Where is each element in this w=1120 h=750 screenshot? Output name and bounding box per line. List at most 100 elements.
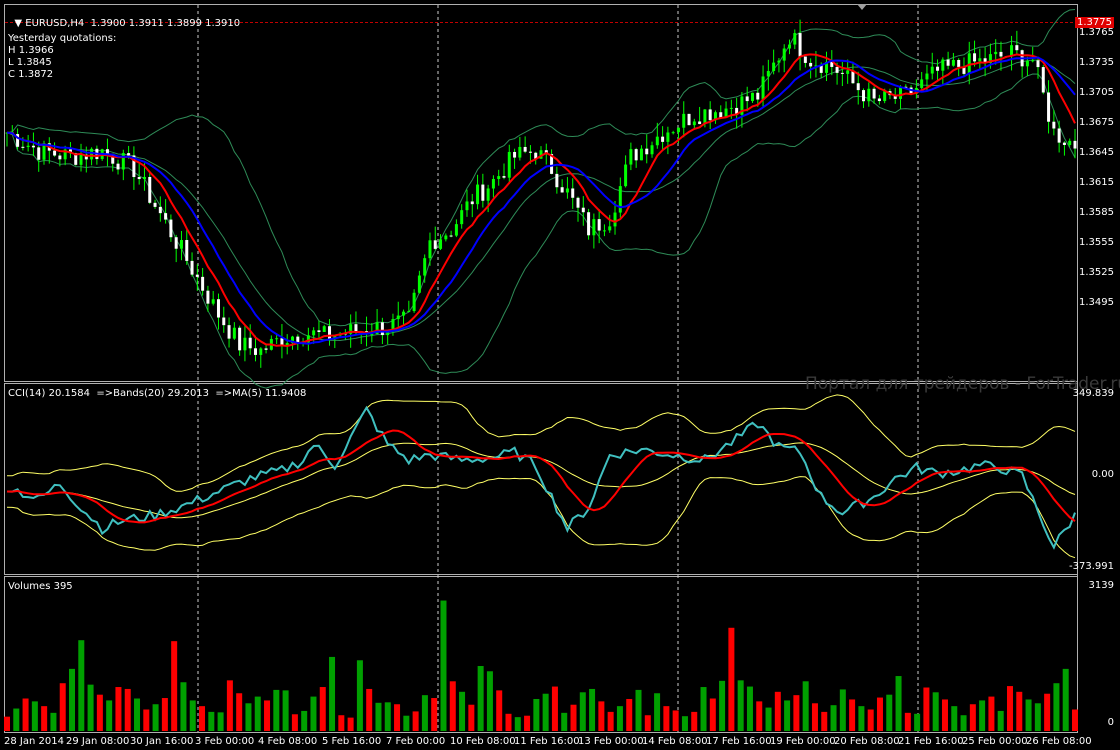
candle-body [846, 70, 850, 74]
candle-body [232, 327, 236, 339]
candle-body [936, 66, 940, 71]
volume-bar [654, 693, 661, 731]
volume-bar [607, 711, 614, 731]
candle-body [211, 299, 215, 304]
candle-body [994, 51, 998, 55]
candle-body [703, 109, 707, 125]
candle-body [158, 206, 162, 214]
volume-bar [41, 706, 48, 731]
candle-body [31, 145, 35, 148]
candle-body [761, 76, 765, 100]
candle-body [127, 153, 131, 156]
candle-body [528, 151, 532, 153]
candle-body [116, 163, 120, 170]
candle-body [682, 113, 686, 128]
candle-body [433, 240, 437, 249]
candle-body [978, 58, 982, 62]
candle-body [21, 146, 25, 148]
candle-body [877, 98, 881, 102]
moving-averages [6, 53, 1076, 348]
price-tick-label: 1.3495 [1079, 297, 1114, 308]
volume-bar [774, 691, 781, 731]
price-tick-label: 1.3675 [1079, 117, 1114, 128]
volume-bar [821, 711, 828, 731]
price-tick-label: 1.3585 [1079, 207, 1114, 218]
candle-body [645, 148, 649, 155]
candle-body [951, 59, 955, 66]
volume-bar [468, 704, 475, 731]
candle-body [782, 48, 786, 61]
time-tick-label: 3 Feb 00:00 [195, 736, 255, 747]
volume-bar [421, 695, 428, 731]
candle-body [661, 136, 665, 142]
volume-bars [4, 600, 1078, 731]
candle-body [618, 186, 622, 213]
candle-body [423, 258, 427, 276]
volume-bar [756, 701, 763, 731]
candle-body [560, 187, 564, 193]
volume-bar [626, 698, 633, 731]
price-tick-label: 1.3615 [1079, 177, 1114, 188]
candle-body [687, 113, 691, 126]
volume-bar [394, 704, 401, 731]
volume-bar [904, 712, 911, 731]
chart-shift-marker[interactable] [857, 4, 867, 10]
volume-bar [1034, 703, 1041, 731]
time-tick-label: 29 Jan 08:00 [66, 736, 130, 747]
volume-bar [310, 696, 317, 731]
candle-body [179, 240, 183, 249]
volume-bar [96, 694, 103, 731]
volume-bar [719, 680, 726, 731]
volume-bar [226, 680, 233, 731]
candle-body [481, 184, 485, 201]
volume-bar [329, 656, 336, 731]
candle-body [317, 330, 321, 333]
volume-bar [50, 712, 57, 731]
candle-body [639, 148, 643, 161]
candle-body [592, 219, 596, 236]
candle-body [1031, 60, 1035, 62]
candle-body [169, 219, 173, 238]
volume-bar [551, 686, 558, 731]
dropdown-icon[interactable]: ▼ [14, 18, 22, 29]
volume-bar [199, 706, 206, 731]
volume-bar [161, 698, 168, 731]
candle-body [1052, 121, 1056, 129]
volume-bar [997, 710, 1004, 731]
candle-body [565, 188, 569, 193]
volume-bar [811, 703, 818, 731]
candle-body [872, 88, 876, 99]
candle-body [809, 62, 813, 67]
volume-bar [180, 682, 187, 731]
candle-body [920, 79, 924, 88]
cci-label: CCI(14) 20.1584 =>Bands(20) 29.2013 =>MA… [8, 388, 307, 399]
volume-bar [505, 713, 512, 731]
volume-bar [1016, 691, 1023, 731]
volume-bar [765, 707, 772, 731]
volume-bar [347, 717, 354, 731]
candle-body [999, 51, 1003, 57]
volume-bar [839, 689, 846, 731]
time-tick-label: 20 Feb 08:00 [834, 736, 900, 747]
cci-indicator [6, 394, 1076, 559]
candle-body [655, 136, 659, 146]
candle-body [439, 239, 443, 249]
volume-bar [384, 702, 391, 731]
candle-body [137, 177, 141, 180]
volume-bar [338, 715, 345, 731]
candle-body [587, 212, 591, 236]
yesterday-low: L 1.3845 [8, 57, 52, 68]
candle-body [465, 201, 469, 211]
volume-bar [635, 689, 642, 731]
candle-body [460, 210, 464, 225]
volume-bar [1072, 709, 1078, 731]
cci-line [6, 405, 1076, 550]
volume-bar [486, 671, 493, 731]
volume-bar [895, 676, 902, 731]
volume-bar [440, 600, 447, 731]
candle-body [555, 173, 559, 188]
symbol-name: EURUSD,H4 [25, 18, 85, 29]
candle-body [164, 213, 168, 220]
candle-body [121, 153, 125, 170]
candle-body [185, 240, 189, 261]
